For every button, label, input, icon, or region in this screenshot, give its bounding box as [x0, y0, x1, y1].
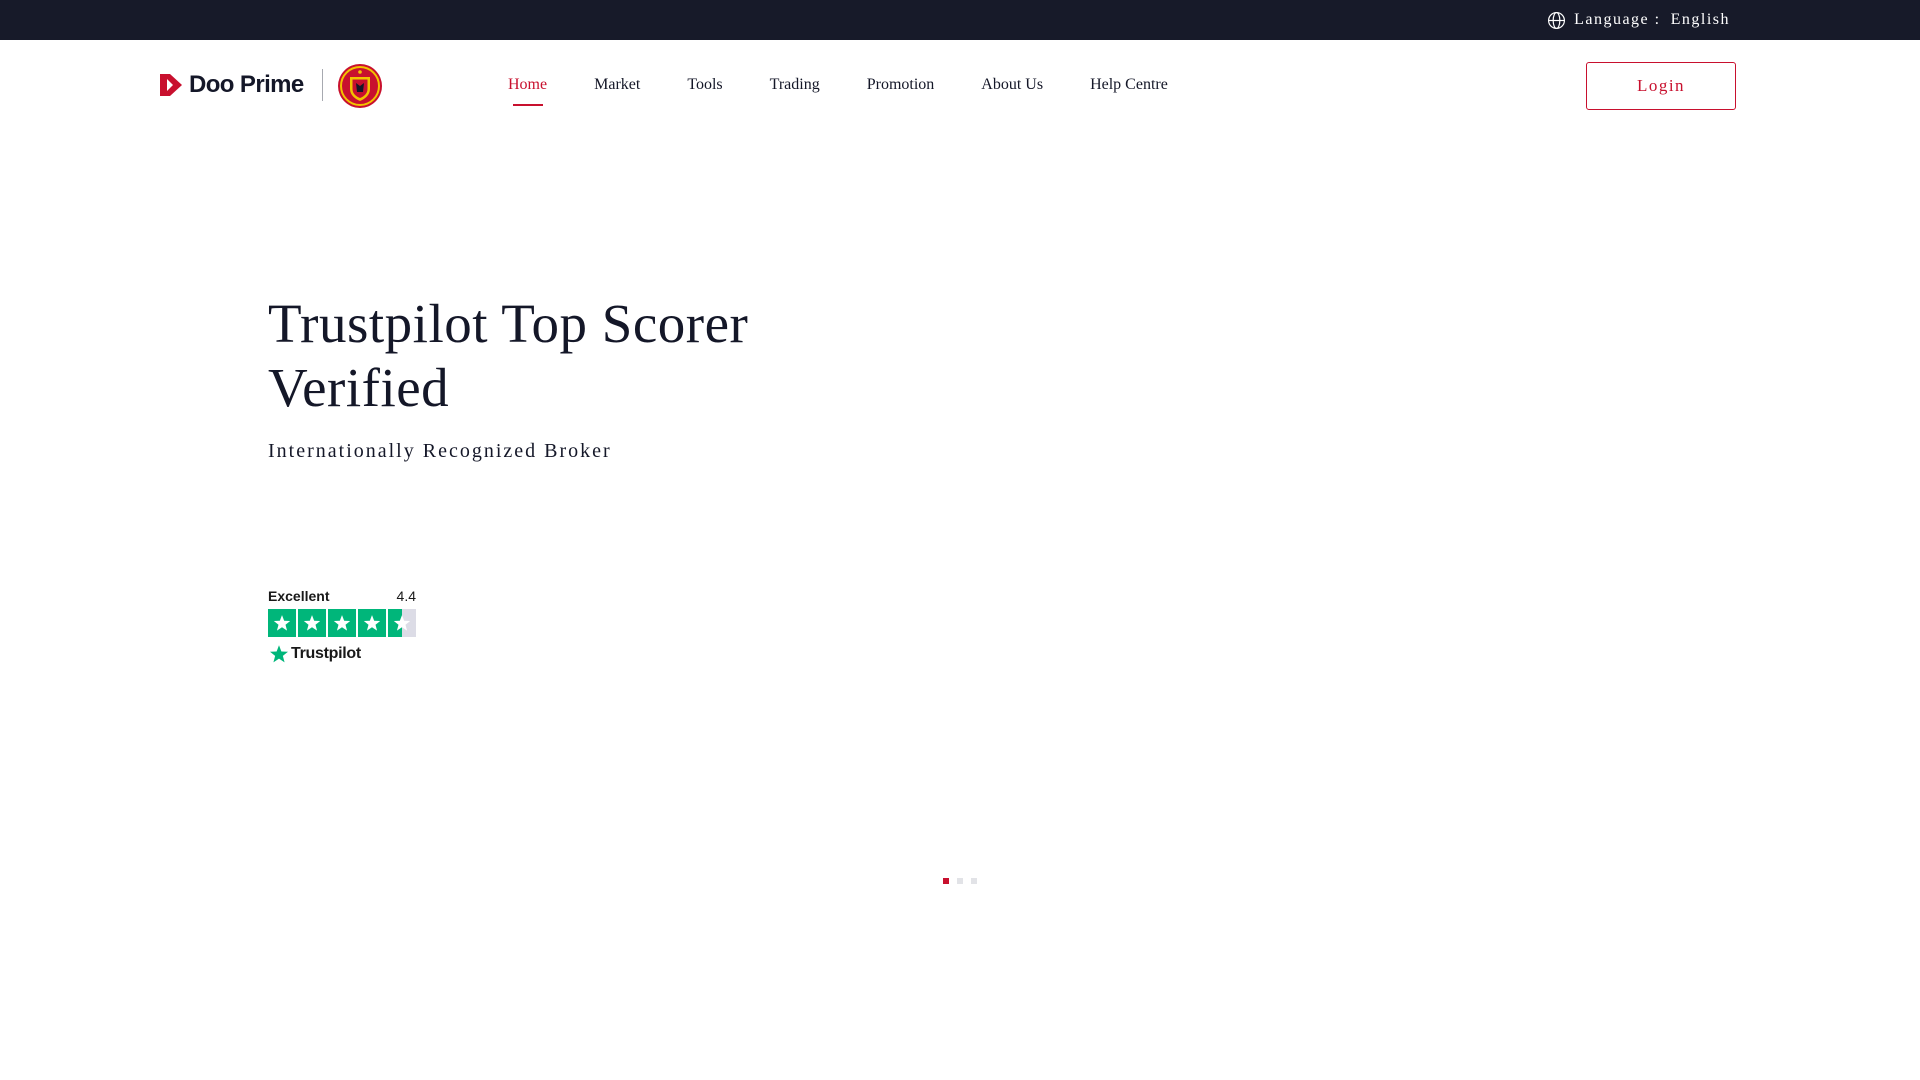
- carousel-dot-1[interactable]: [943, 878, 949, 884]
- club-crest-icon[interactable]: [337, 63, 383, 109]
- hero-subtitle: Internationally Recognized Broker: [268, 440, 612, 462]
- nav-market[interactable]: Market: [594, 40, 640, 130]
- trustpilot-brand: Trustpilot: [268, 643, 416, 665]
- language-selector[interactable]: Language : English: [1547, 0, 1730, 40]
- main-header: Doo Prime Home Market Tools Trading Prom…: [0, 40, 1920, 130]
- login-button[interactable]: Login: [1586, 62, 1736, 110]
- language-label: Language :: [1574, 11, 1661, 28]
- trustpilot-rating-label: Excellent: [268, 588, 330, 604]
- nav-tools[interactable]: Tools: [687, 40, 722, 130]
- carousel-dot-2[interactable]: [957, 878, 963, 884]
- nav-home[interactable]: Home: [508, 40, 547, 130]
- globe-icon: [1548, 11, 1566, 29]
- logo-text: Doo Prime: [189, 71, 304, 98]
- nav-about-us[interactable]: About Us: [981, 40, 1043, 130]
- trustpilot-stars: [268, 609, 416, 637]
- logo-divider: [322, 69, 323, 101]
- hero-title: Trustpilot Top Scorer Verified: [268, 292, 968, 420]
- nav-promotion[interactable]: Promotion: [867, 40, 935, 130]
- carousel-pagination: [943, 878, 985, 884]
- carousel-dot-3[interactable]: [971, 878, 977, 884]
- top-bar: Language : English: [0, 0, 1920, 40]
- half-star-icon: [388, 609, 416, 637]
- language-value[interactable]: English: [1671, 11, 1730, 29]
- star-icon: [328, 609, 356, 637]
- star-icon: [298, 609, 326, 637]
- doo-prime-logo-icon: [160, 74, 182, 96]
- hero-title-line-2: Verified: [268, 357, 450, 418]
- trustpilot-score: 4.4: [396, 588, 416, 604]
- nav-help-centre[interactable]: Help Centre: [1090, 40, 1168, 130]
- trustpilot-widget[interactable]: Excellent 4.4 Trustpilot: [268, 588, 416, 664]
- star-icon: [268, 609, 296, 637]
- nav-trading[interactable]: Trading: [770, 40, 820, 130]
- trustpilot-brand-name: Trustpilot: [291, 645, 361, 662]
- hero-title-line-1: Trustpilot Top Scorer: [268, 293, 749, 354]
- doo-prime-logo[interactable]: Doo Prime: [160, 73, 304, 97]
- star-icon: [358, 609, 386, 637]
- main-nav: Home Market Tools Trading Promotion Abou…: [508, 40, 1215, 130]
- trustpilot-star-icon: [270, 645, 288, 663]
